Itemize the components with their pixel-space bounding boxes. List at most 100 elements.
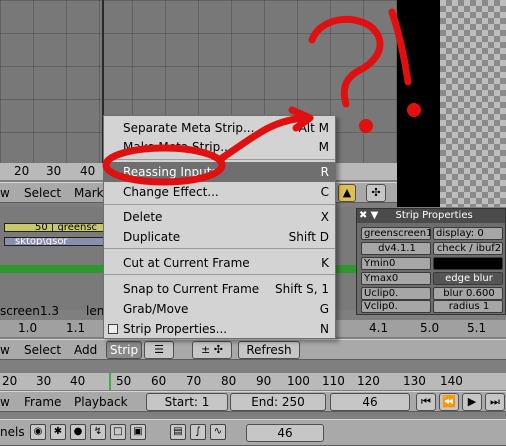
jump-start-icon[interactable]: ⏮ — [416, 393, 436, 411]
menu-view[interactable]: w — [0, 395, 10, 409]
ruler-tick: 130 — [403, 374, 426, 388]
start-label: Start: 1 — [164, 395, 210, 409]
menu-item-label: Make Meta Strip... — [123, 140, 232, 154]
ymax-slider[interactable]: Ymax0 — [361, 272, 431, 285]
menu-item-label: Change Effect... — [123, 185, 219, 199]
menu-frame[interactable]: Frame — [24, 395, 61, 409]
menu-view[interactable]: w — [0, 343, 10, 357]
checkbox-icon[interactable] — [108, 324, 118, 334]
frame-number-label: 46 — [277, 426, 293, 440]
display-mode-icon[interactable]: ☰ — [144, 341, 174, 359]
menu-playback[interactable]: Playback — [74, 395, 128, 409]
close-icon[interactable]: ✖ — [359, 210, 367, 221]
warning-icon[interactable]: ▲ — [338, 184, 356, 202]
vclip-slider[interactable]: Vclip0. — [361, 300, 431, 313]
scene-icon[interactable]: ▣ — [130, 424, 146, 440]
window-label: nels — [0, 425, 25, 439]
timeline-header: w Frame Playback Start: 1 End: 250 46 ⏮ … — [0, 391, 506, 412]
refresh-button[interactable]: Refresh — [238, 341, 300, 359]
ruler-tick: 1.0 — [18, 321, 38, 335]
color-swatch[interactable] — [433, 257, 503, 270]
shading-icon[interactable]: ● — [70, 424, 86, 440]
strip-bar[interactable]: sktop\gsor — [4, 237, 104, 246]
end-field[interactable]: End: 250 — [230, 393, 326, 411]
script-icon[interactable]: ✱ — [50, 424, 66, 440]
menu-item-label: Reassing Inputs — [123, 165, 218, 179]
start-field[interactable]: Start: 1 — [146, 393, 228, 411]
strip-name: screen1.3 — [0, 304, 59, 318]
menu-item-shortcut: X — [320, 210, 329, 224]
menu-marker[interactable]: Mark — [74, 186, 104, 200]
menu-item-shortcut: M — [318, 140, 329, 154]
play-icon[interactable]: ▶ — [462, 393, 482, 411]
ruler-tick: 5.0 — [420, 321, 440, 335]
anim-icon[interactable]: ∫ — [190, 424, 206, 440]
menu-view[interactable]: w — [0, 186, 10, 200]
menu-separator — [104, 159, 335, 160]
collapse-icon[interactable]: ▼ — [371, 210, 379, 221]
menu-add[interactable]: Add — [74, 343, 97, 357]
zoom-icon[interactable]: ± ✣ — [192, 341, 232, 359]
snap-icon[interactable]: ✣ — [366, 184, 386, 202]
logic-icon[interactable]: ◉ — [30, 424, 46, 440]
ruler-tick: 40 — [80, 164, 96, 178]
menu-item-shortcut: N — [320, 322, 329, 336]
menu-item-duplicate[interactable]: Duplicate Shift D — [104, 227, 335, 247]
menu-item-snap[interactable]: Snap to Current Frame Shift S, 1 — [104, 279, 335, 299]
file-field[interactable]: dv4.1.1 — [361, 242, 431, 255]
strip-properties-panel: ✖ ▼ Strip Properties greenscreen1. displ… — [356, 208, 506, 315]
display-field[interactable]: display: 0 — [433, 227, 503, 240]
menu-item-reassign-inputs[interactable]: Reassing Inputs R — [104, 162, 335, 182]
menu-item-shortcut: Shift D — [288, 230, 329, 244]
menu-strip[interactable]: Strip — [106, 341, 142, 359]
strip-label: sktop\gsor — [15, 237, 68, 246]
ruler-tick: 90 — [256, 374, 272, 388]
menu-item-shortcut: K — [321, 256, 329, 270]
rewind-icon[interactable]: ⏪ — [439, 393, 459, 411]
menu-item-label: Strip Properties... — [123, 322, 228, 336]
ruler-tick: 4.1 — [369, 321, 389, 335]
ruler-tick: 120 — [357, 374, 380, 388]
ymin-slider[interactable]: Ymin0 — [361, 257, 431, 270]
menu-item-shortcut: Alt M — [298, 121, 329, 135]
menu-select[interactable]: Select — [24, 343, 61, 357]
menu-select[interactable]: Select — [24, 186, 61, 200]
menu-item-grab-move[interactable]: Grab/Move G — [104, 299, 335, 319]
ruler-tick: 30 — [36, 374, 52, 388]
edge-blur-button[interactable]: edge blur — [433, 272, 503, 285]
menu-item-delete[interactable]: Delete X — [104, 207, 335, 227]
radius-field[interactable]: radius 1 — [433, 300, 503, 313]
menu-item-make-meta[interactable]: Make Meta Strip... M — [104, 137, 335, 157]
blur-field[interactable]: blur 0.600 — [433, 287, 503, 300]
ruler-tick: 1.1 — [66, 321, 86, 335]
menu-item-cut[interactable]: Cut at Current Frame K — [104, 253, 335, 273]
strip-name: len — [86, 304, 105, 318]
menu-separator — [104, 274, 335, 275]
menu-item-change-effect[interactable]: Change Effect... C — [104, 182, 335, 202]
menu-separator — [104, 204, 335, 205]
strip-bar[interactable]: 50 | greensc — [4, 223, 104, 232]
menu-item-label: Grab/Move — [123, 302, 189, 316]
menu-item-label: Snap to Current Frame — [123, 282, 260, 296]
object-icon[interactable]: ↯ — [90, 424, 106, 440]
frame-number-field[interactable]: 46 — [246, 424, 324, 442]
menu-item-separate-meta[interactable]: Separate Meta Strip... Alt M — [104, 118, 335, 138]
menu-item-strip-properties[interactable]: Strip Properties... N — [104, 319, 335, 339]
strip-name-field[interactable]: greenscreen1. — [361, 227, 431, 240]
current-frame-marker — [109, 373, 111, 390]
panel-titlebar[interactable]: ✖ ▼ Strip Properties — [357, 209, 505, 223]
ruler-tick: 100 — [287, 374, 310, 388]
check-field[interactable]: check / ibuf2 — [433, 242, 503, 255]
edit-icon[interactable]: □ — [110, 424, 126, 440]
ruler-tick: 20 — [14, 164, 30, 178]
ruler-tick: 60 — [151, 374, 167, 388]
jump-end-icon[interactable]: ⏭ — [485, 393, 505, 411]
uclip-slider[interactable]: Uclip0. — [361, 287, 431, 300]
menu-item-label: Delete — [123, 210, 163, 224]
render-icon[interactable]: ▤ — [170, 424, 186, 440]
menu-item-shortcut: C — [320, 185, 329, 199]
ruler-tick: 70 — [186, 374, 202, 388]
current-frame-field[interactable]: 46 — [330, 393, 410, 411]
ruler-tick: 50 — [116, 374, 132, 388]
sound-icon[interactable]: ∿ — [210, 424, 226, 440]
